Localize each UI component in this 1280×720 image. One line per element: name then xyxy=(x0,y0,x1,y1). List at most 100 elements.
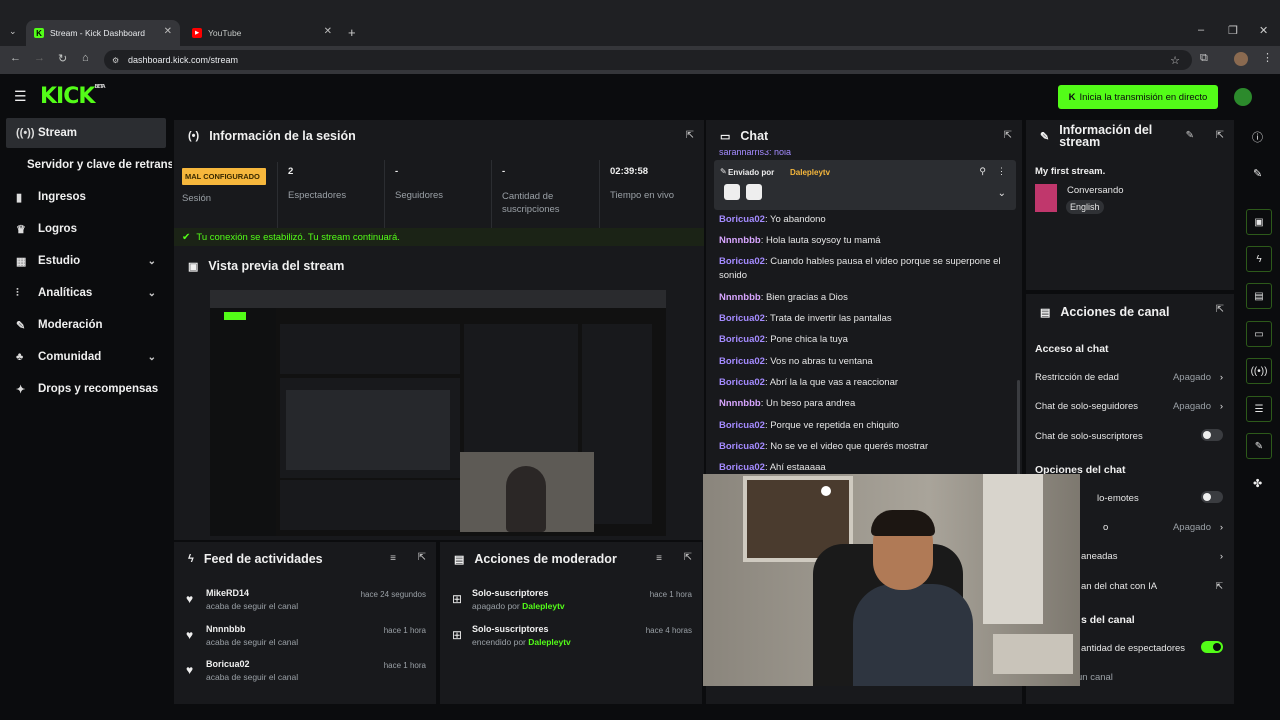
bolt-icon: ϟ xyxy=(188,553,194,565)
analytics-icon: ⫶ xyxy=(16,286,19,299)
pinned-user: Dalepleytv xyxy=(790,168,831,177)
webcam-window-light xyxy=(821,486,831,496)
preview-nested-video xyxy=(286,390,450,470)
popout-icon[interactable]: ⇱ xyxy=(684,552,692,563)
age-restriction-option[interactable]: Restricción de edad Apagado › xyxy=(1035,372,1225,383)
feed-item: ♥ Nnnnbbb acaba de seguir el canal hace … xyxy=(186,624,426,647)
tab-list-icon[interactable]: ⌄ xyxy=(9,26,17,37)
stat-session: MAL CONFIGURADO Sesión xyxy=(174,162,278,232)
profile-avatar[interactable] xyxy=(1234,52,1248,66)
filter-icon[interactable]: ≡ xyxy=(656,553,662,564)
check-circle-icon: ✔ xyxy=(182,231,191,243)
stream-preview-video[interactable] xyxy=(210,290,666,536)
stat-followers: - Seguidores xyxy=(385,160,492,230)
info-icon[interactable]: ⓘ xyxy=(1252,129,1263,145)
external-link-icon: ⇱ xyxy=(1215,581,1223,591)
subscribers-only-option: Chat de solo-suscriptores xyxy=(1035,429,1225,442)
stat-viewers: 2 Espectadores xyxy=(278,160,385,230)
category-thumbnail xyxy=(1035,184,1057,212)
wrench-icon[interactable]: ✎ xyxy=(1246,433,1272,459)
back-icon[interactable]: ← xyxy=(10,52,21,64)
close-tab-icon[interactable]: ✕ xyxy=(324,26,332,37)
user-avatar[interactable] xyxy=(1234,88,1252,106)
expand-chevron-icon[interactable]: ⌄ xyxy=(998,188,1006,199)
emote-icon xyxy=(724,184,740,200)
filter-icon[interactable]: ≡ xyxy=(390,553,396,564)
webcam-overlay xyxy=(703,474,1080,686)
maximize-icon[interactable]: ❐ xyxy=(1228,24,1238,37)
address-bar[interactable]: ⚙ dashboard.kick.com/stream ☆ xyxy=(104,50,1192,70)
sidebar-item-estudio[interactable]: ▦ Estudio ⌄ xyxy=(6,246,166,276)
panel-header: ▭ Chat xyxy=(720,129,769,143)
document-icon: ▤ xyxy=(454,553,465,566)
sidebar-item-drops[interactable]: ✦ Drops y recompensas xyxy=(6,374,166,404)
subscribers-only-toggle[interactable] xyxy=(1201,429,1223,441)
sidebar-item-moderacion[interactable]: ✎ Moderación xyxy=(6,310,166,340)
extensions-icon[interactable]: ⧉ xyxy=(1200,52,1208,65)
more-options-icon[interactable]: ⋮ xyxy=(997,166,1006,177)
followers-only-option[interactable]: Chat de solo-seguidores Apagado › xyxy=(1035,401,1225,412)
hamburger-menu-icon[interactable]: ☰ xyxy=(14,88,27,105)
tab-title: Stream - Kick Dashboard xyxy=(50,28,145,38)
reload-icon[interactable]: ↻ xyxy=(58,52,67,65)
emotes-only-toggle[interactable] xyxy=(1201,491,1223,503)
address-toolbar: ← → ↻ ⌂ ⚙ dashboard.kick.com/stream ☆ ⧉ … xyxy=(0,46,1280,74)
tab-youtube[interactable]: ▶ YouTube ✕ xyxy=(184,20,340,46)
sidebar-item-logros[interactable]: ♛ Logros xyxy=(6,214,166,244)
panel-header: ✎ Información del stream xyxy=(1040,123,1153,149)
server-icon[interactable]: ☰ xyxy=(1246,396,1272,422)
tab-kick-dashboard[interactable]: K Stream - Kick Dashboard ✕ xyxy=(26,20,180,46)
chat-icon[interactable]: ▭ xyxy=(1246,321,1272,347)
heart-icon: ♥ xyxy=(186,628,194,642)
trophy-icon: ♛ xyxy=(16,223,26,236)
close-tab-icon[interactable]: ✕ xyxy=(164,26,172,37)
chart-icon: ▮ xyxy=(16,191,23,204)
chat-scrollbar[interactable] xyxy=(1017,380,1020,480)
popout-icon[interactable]: ⇱ xyxy=(418,552,426,563)
viewer-count-toggle[interactable] xyxy=(1201,641,1223,653)
bolt-icon[interactable]: ϟ xyxy=(1246,246,1272,272)
chat-partial-message: sarahharris3: hola xyxy=(719,150,792,157)
popout-icon[interactable]: ⇱ xyxy=(1216,304,1224,315)
panel-header: (•) Información de la sesión xyxy=(188,129,356,143)
webcam-desk-items xyxy=(993,634,1073,674)
layout-icon[interactable]: ▣ xyxy=(1246,209,1272,235)
chat-message: Boricua02: Pone chica la tuya xyxy=(719,334,848,345)
popout-icon[interactable]: ⇱ xyxy=(1216,130,1224,141)
game-icon[interactable]: ✤ xyxy=(1253,477,1262,490)
sidebar-item-server-key[interactable]: Servidor y clave de retransm xyxy=(6,150,172,180)
sidebar-item-ingresos[interactable]: ▮ Ingresos xyxy=(6,182,166,212)
home-icon[interactable]: ⌂ xyxy=(82,52,89,64)
moderator-actions-panel: ▤ Acciones de moderador ≡ ⇱ ⊞ Solo-suscr… xyxy=(440,542,702,704)
chevron-right-icon: › xyxy=(1219,401,1223,412)
bookmark-star-icon[interactable]: ☆ xyxy=(1170,54,1180,67)
heart-icon: ♥ xyxy=(186,592,194,606)
category-name[interactable]: Conversando xyxy=(1067,185,1124,196)
chat-message: Boricua02: Porque ve repetida en chiquit… xyxy=(719,420,900,431)
popout-icon[interactable]: ⇱ xyxy=(686,130,694,141)
panel-header: ▣ Vista previa del stream xyxy=(188,259,345,273)
chat-message: Nnnnbbb: Hola lauta soysoy tu mamá xyxy=(719,235,881,246)
new-tab-icon[interactable]: + xyxy=(348,25,356,40)
forward-icon[interactable]: → xyxy=(34,52,45,64)
edit-icon[interactable]: ✎ xyxy=(1253,167,1262,180)
popout-icon[interactable]: ⇱ xyxy=(1004,130,1012,141)
sidebar-item-analiticas[interactable]: ⫶ Analíticas ⌄ xyxy=(6,278,166,308)
unpin-icon[interactable]: ⚲ xyxy=(979,166,986,177)
chevron-right-icon: › xyxy=(1219,522,1223,533)
site-info-icon[interactable]: ⚙ xyxy=(112,56,119,65)
heart-icon: ♥ xyxy=(186,663,194,677)
sidebar-item-comunidad[interactable]: ♣ Comunidad ⌄ xyxy=(6,342,166,372)
pinned-message: ✎ Enviado por Dalepleytv ⚲ ⋮ ⌄ xyxy=(714,160,1016,210)
window-close-icon[interactable]: ✕ xyxy=(1259,24,1268,37)
document-icon[interactable]: ▤ xyxy=(1246,283,1272,309)
edit-icon[interactable]: ✎ xyxy=(1186,130,1194,141)
browser-menu-icon[interactable]: ⋮ xyxy=(1262,51,1273,64)
url-text: dashboard.kick.com/stream xyxy=(128,55,239,65)
broadcast-icon[interactable]: ((•)) xyxy=(1246,358,1272,384)
sidebar-item-stream[interactable]: ((•)) Stream xyxy=(6,118,166,148)
go-live-button[interactable]: K Inicia la transmisión en directo xyxy=(1058,85,1218,109)
kick-logo[interactable]: KICKBETA xyxy=(40,84,106,109)
minimize-icon[interactable]: – xyxy=(1198,24,1204,36)
feed-item: ♥ Boricua02 acaba de seguir el canal hac… xyxy=(186,659,426,682)
